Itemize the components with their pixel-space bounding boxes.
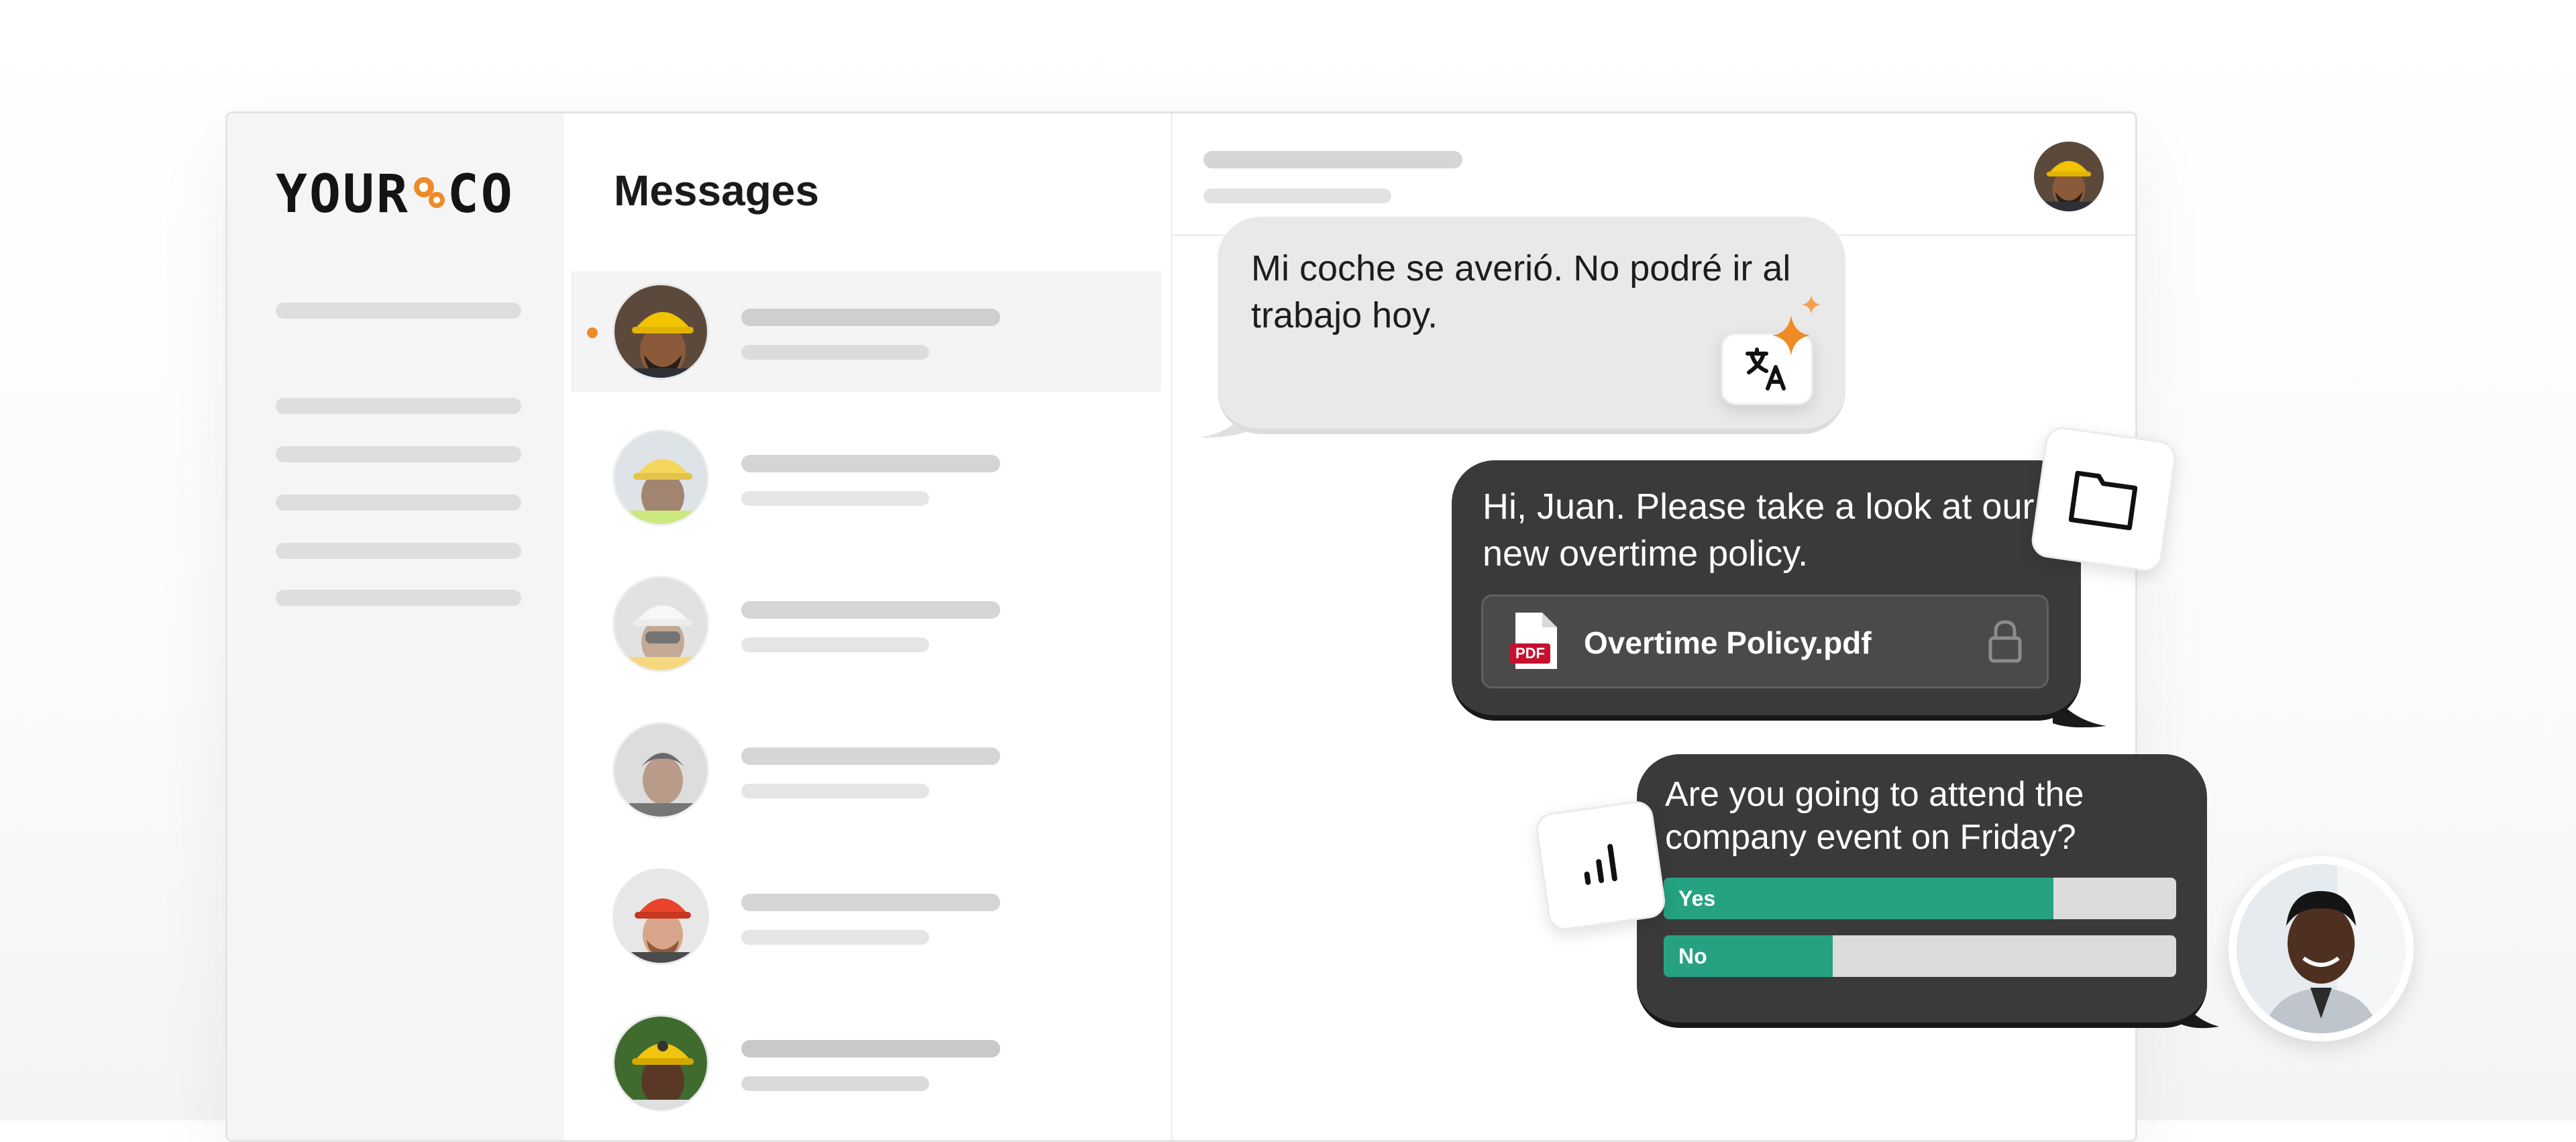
name-placeholder (741, 747, 1000, 765)
sidebar-nav-item[interactable] (276, 446, 521, 462)
conversation-item[interactable] (571, 271, 1161, 392)
avatar (612, 868, 709, 965)
poll-question: Are you going to attend the company even… (1665, 775, 2084, 857)
preview-placeholder (741, 930, 929, 945)
poll-message-bubble[interactable]: Are you going to attend the company even… (1637, 754, 2207, 1028)
pdf-badge-text: PDF (1515, 645, 1545, 662)
sidebar: YOUR CO (227, 113, 564, 1140)
lock-icon (1988, 620, 2022, 663)
logo-text-left: YOUR (276, 164, 410, 225)
folder-icon (2068, 470, 2138, 531)
conversation-item[interactable] (571, 564, 1161, 684)
sidebar-nav-item[interactable] (276, 495, 521, 511)
avatar (612, 429, 709, 526)
avatar (612, 1015, 709, 1111)
contact-status-placeholder (1203, 189, 1391, 203)
gear-logo-icon (413, 174, 445, 215)
contact-name-placeholder (1203, 151, 1462, 168)
sidebar-nav-item[interactable] (276, 303, 521, 319)
preview-placeholder (741, 1076, 929, 1091)
conversation-item[interactable] (571, 1002, 1161, 1123)
poll-option-yes[interactable]: Yes (1664, 878, 2176, 919)
conversation-list: Messages (564, 113, 1173, 1140)
preview-placeholder (741, 637, 929, 652)
user-photo (2237, 864, 2406, 1033)
name-placeholder (741, 894, 1000, 911)
sidebar-nav-item[interactable] (276, 543, 521, 559)
conversation-item[interactable] (571, 856, 1161, 977)
poll-button[interactable] (1534, 798, 1668, 933)
page-title: Messages (614, 166, 819, 215)
avatar (612, 576, 709, 672)
avatar (612, 283, 709, 380)
poll-bar-fill (1664, 878, 2053, 919)
poll-option-label: No (1678, 944, 1707, 968)
name-placeholder (741, 601, 1000, 619)
sparkle-icon (1772, 295, 1821, 356)
preview-placeholder (741, 784, 929, 798)
avatar (612, 722, 709, 819)
poll-option-label: Yes (1678, 886, 1716, 911)
contact-avatar[interactable] (2034, 142, 2104, 211)
name-placeholder (741, 1040, 1000, 1057)
poll-chart-icon (1584, 843, 1617, 885)
name-placeholder (741, 455, 1000, 472)
sidebar-nav-item[interactable] (276, 590, 521, 606)
attachment-name: Overtime Policy.pdf (1584, 625, 1872, 660)
name-placeholder (741, 309, 1000, 326)
poll-option-no[interactable]: No (1664, 935, 2176, 977)
folder-button[interactable] (2029, 425, 2178, 574)
outgoing-message-bubble[interactable]: Hi, Juan. Please take a look at our new … (1452, 460, 2081, 721)
outgoing-message-text: Hi, Juan. Please take a look at our new … (1483, 486, 2035, 574)
sidebar-nav-item[interactable] (276, 398, 521, 414)
incoming-message-text: Mi coche se averió. No podré ir al traba… (1251, 248, 1791, 335)
unread-dot (587, 327, 598, 338)
pdf-file-icon: PDF (1510, 613, 1557, 669)
preview-placeholder (741, 345, 929, 360)
pdf-attachment[interactable]: PDF Overtime Policy.pdf (1481, 594, 2049, 688)
preview-placeholder (741, 491, 929, 506)
logo-text-right: CO (447, 164, 515, 225)
company-logo[interactable]: YOUR CO (276, 164, 515, 225)
user-avatar[interactable] (2229, 856, 2414, 1041)
conversation-item[interactable] (571, 710, 1161, 831)
conversation-item[interactable] (571, 417, 1161, 538)
